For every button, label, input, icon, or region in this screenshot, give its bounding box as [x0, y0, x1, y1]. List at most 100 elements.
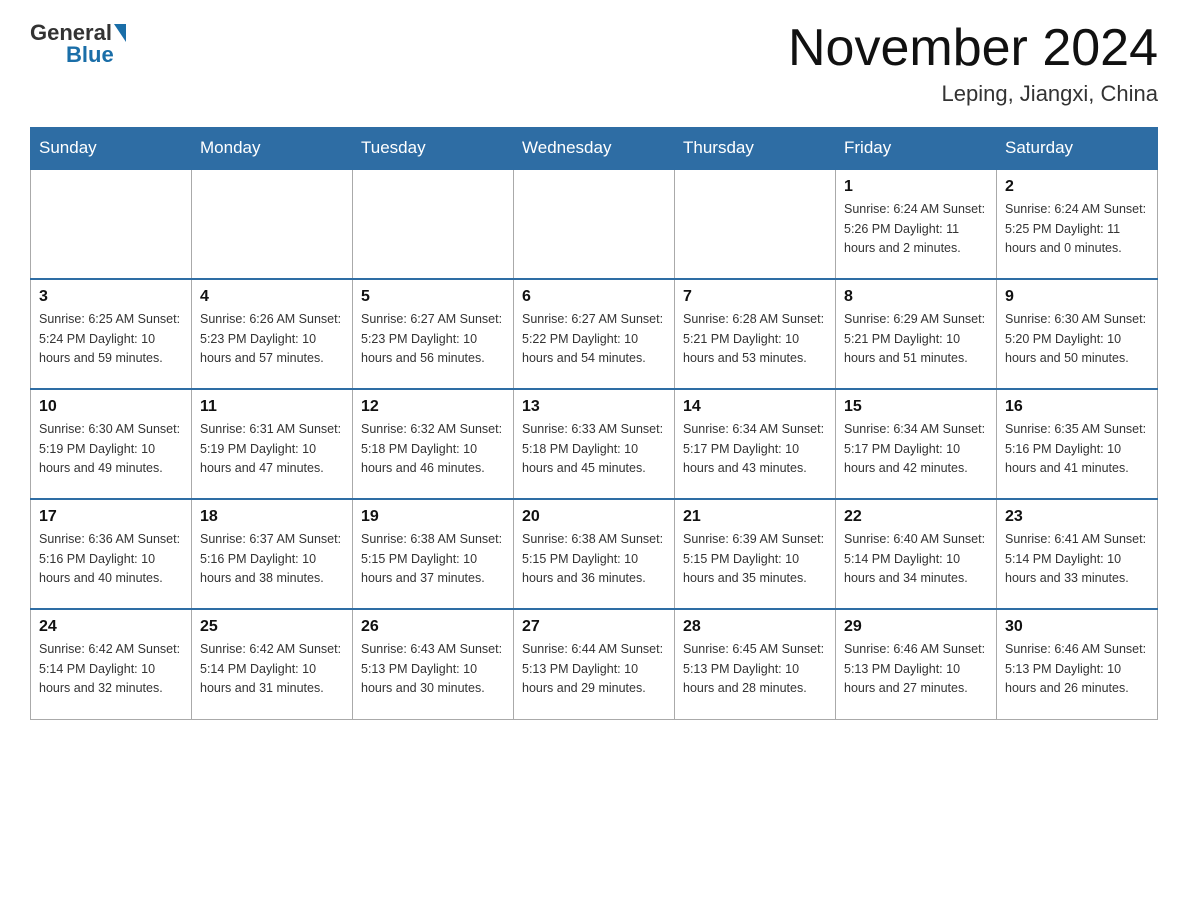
- day-number: 17: [39, 508, 183, 526]
- day-number: 30: [1005, 618, 1149, 636]
- calendar-cell: 13 Sunrise: 6:33 AM Sunset: 5:18 PM Dayli…: [514, 389, 675, 499]
- calendar-cell: 1 Sunrise: 6:24 AM Sunset: 5:26 PM Daylig…: [836, 169, 997, 279]
- day-number: 7: [683, 288, 827, 306]
- month-title: November 2024: [788, 20, 1158, 77]
- day-number: 5: [361, 288, 505, 306]
- day-info: Sunrise: 6:32 AM Sunset: 5:18 PM Dayligh…: [361, 420, 505, 478]
- day-number: 16: [1005, 398, 1149, 416]
- day-info: Sunrise: 6:34 AM Sunset: 5:17 PM Dayligh…: [683, 420, 827, 478]
- calendar-cell: 5 Sunrise: 6:27 AM Sunset: 5:23 PM Daylig…: [353, 279, 514, 389]
- calendar-cell: 10Sunrise: 6:30 AM Sunset: 5:19 PM Dayli…: [31, 389, 192, 499]
- day-number: 26: [361, 618, 505, 636]
- week-row-1: 1 Sunrise: 6:24 AM Sunset: 5:26 PM Daylig…: [31, 169, 1158, 279]
- week-row-4: 17Sunrise: 6:36 AM Sunset: 5:16 PM Dayli…: [31, 499, 1158, 609]
- page-header: General Blue November 2024 Leping, Jiang…: [30, 20, 1158, 107]
- day-info: Sunrise: 6:38 AM Sunset: 5:15 PM Dayligh…: [361, 530, 505, 588]
- calendar-cell: 6 Sunrise: 6:27 AM Sunset: 5:22 PM Daylig…: [514, 279, 675, 389]
- calendar-cell: 4 Sunrise: 6:26 AM Sunset: 5:23 PM Daylig…: [192, 279, 353, 389]
- day-info: Sunrise: 6:26 AM Sunset: 5:23 PM Dayligh…: [200, 310, 344, 368]
- day-info: Sunrise: 6:46 AM Sunset: 5:13 PM Dayligh…: [1005, 640, 1149, 698]
- day-number: 4: [200, 288, 344, 306]
- calendar-cell: 26 Sunrise: 6:43 AM Sunset: 5:13 PM Dayli…: [353, 609, 514, 719]
- calendar-cell: 14 Sunrise: 6:34 AM Sunset: 5:17 PM Dayli…: [675, 389, 836, 499]
- calendar-cell: 27Sunrise: 6:44 AM Sunset: 5:13 PM Dayli…: [514, 609, 675, 719]
- calendar-cell: 15 Sunrise: 6:34 AM Sunset: 5:17 PM Dayli…: [836, 389, 997, 499]
- day-info: Sunrise: 6:37 AM Sunset: 5:16 PM Dayligh…: [200, 530, 344, 588]
- header-row: SundayMondayTuesdayWednesdayThursdayFrid…: [31, 128, 1158, 170]
- day-info: Sunrise: 6:35 AM Sunset: 5:16 PM Dayligh…: [1005, 420, 1149, 478]
- day-number: 20: [522, 508, 666, 526]
- day-info: Sunrise: 6:30 AM Sunset: 5:20 PM Dayligh…: [1005, 310, 1149, 368]
- day-info: Sunrise: 6:40 AM Sunset: 5:14 PM Dayligh…: [844, 530, 988, 588]
- logo-blue-text: Blue: [66, 42, 114, 68]
- calendar-cell: [514, 169, 675, 279]
- title-section: November 2024 Leping, Jiangxi, China: [788, 20, 1158, 107]
- day-number: 14: [683, 398, 827, 416]
- day-info: Sunrise: 6:34 AM Sunset: 5:17 PM Dayligh…: [844, 420, 988, 478]
- day-info: Sunrise: 6:39 AM Sunset: 5:15 PM Dayligh…: [683, 530, 827, 588]
- week-row-3: 10Sunrise: 6:30 AM Sunset: 5:19 PM Dayli…: [31, 389, 1158, 499]
- day-number: 13: [522, 398, 666, 416]
- calendar-cell: 7 Sunrise: 6:28 AM Sunset: 5:21 PM Daylig…: [675, 279, 836, 389]
- calendar-cell: 11 Sunrise: 6:31 AM Sunset: 5:19 PM Dayli…: [192, 389, 353, 499]
- day-number: 6: [522, 288, 666, 306]
- calendar-cell: 20 Sunrise: 6:38 AM Sunset: 5:15 PM Dayli…: [514, 499, 675, 609]
- calendar-cell: [192, 169, 353, 279]
- calendar-cell: [353, 169, 514, 279]
- day-number: 3: [39, 288, 183, 306]
- day-number: 10: [39, 398, 183, 416]
- day-number: 21: [683, 508, 827, 526]
- day-info: Sunrise: 6:24 AM Sunset: 5:26 PM Dayligh…: [844, 200, 988, 258]
- day-number: 11: [200, 398, 344, 416]
- day-info: Sunrise: 6:43 AM Sunset: 5:13 PM Dayligh…: [361, 640, 505, 698]
- day-number: 22: [844, 508, 988, 526]
- logo-triangle-icon: [114, 24, 126, 42]
- day-number: 2: [1005, 178, 1149, 196]
- calendar-table: SundayMondayTuesdayWednesdayThursdayFrid…: [30, 127, 1158, 720]
- day-number: 23: [1005, 508, 1149, 526]
- calendar-cell: [31, 169, 192, 279]
- day-info: Sunrise: 6:28 AM Sunset: 5:21 PM Dayligh…: [683, 310, 827, 368]
- day-info: Sunrise: 6:27 AM Sunset: 5:23 PM Dayligh…: [361, 310, 505, 368]
- calendar-cell: 8 Sunrise: 6:29 AM Sunset: 5:21 PM Daylig…: [836, 279, 997, 389]
- day-number: 24: [39, 618, 183, 636]
- header-day-monday: Monday: [192, 128, 353, 170]
- day-number: 18: [200, 508, 344, 526]
- day-info: Sunrise: 6:46 AM Sunset: 5:13 PM Dayligh…: [844, 640, 988, 698]
- day-info: Sunrise: 6:33 AM Sunset: 5:18 PM Dayligh…: [522, 420, 666, 478]
- calendar-cell: 29 Sunrise: 6:46 AM Sunset: 5:13 PM Dayli…: [836, 609, 997, 719]
- header-day-sunday: Sunday: [31, 128, 192, 170]
- calendar-cell: [675, 169, 836, 279]
- day-info: Sunrise: 6:29 AM Sunset: 5:21 PM Dayligh…: [844, 310, 988, 368]
- day-number: 27: [522, 618, 666, 636]
- day-number: 15: [844, 398, 988, 416]
- calendar-cell: 19Sunrise: 6:38 AM Sunset: 5:15 PM Dayli…: [353, 499, 514, 609]
- day-number: 9: [1005, 288, 1149, 306]
- calendar-cell: 16 Sunrise: 6:35 AM Sunset: 5:16 PM Dayli…: [997, 389, 1158, 499]
- calendar-cell: 21 Sunrise: 6:39 AM Sunset: 5:15 PM Dayli…: [675, 499, 836, 609]
- calendar-cell: 9 Sunrise: 6:30 AM Sunset: 5:20 PM Daylig…: [997, 279, 1158, 389]
- day-info: Sunrise: 6:31 AM Sunset: 5:19 PM Dayligh…: [200, 420, 344, 478]
- day-number: 1: [844, 178, 988, 196]
- day-number: 28: [683, 618, 827, 636]
- calendar-cell: 30 Sunrise: 6:46 AM Sunset: 5:13 PM Dayli…: [997, 609, 1158, 719]
- day-number: 12: [361, 398, 505, 416]
- day-number: 8: [844, 288, 988, 306]
- day-info: Sunrise: 6:42 AM Sunset: 5:14 PM Dayligh…: [39, 640, 183, 698]
- day-info: Sunrise: 6:25 AM Sunset: 5:24 PM Dayligh…: [39, 310, 183, 368]
- calendar-cell: 2Sunrise: 6:24 AM Sunset: 5:25 PM Daylig…: [997, 169, 1158, 279]
- logo: General Blue: [30, 20, 128, 68]
- calendar-body: 1 Sunrise: 6:24 AM Sunset: 5:26 PM Daylig…: [31, 169, 1158, 719]
- day-info: Sunrise: 6:42 AM Sunset: 5:14 PM Dayligh…: [200, 640, 344, 698]
- day-number: 29: [844, 618, 988, 636]
- week-row-5: 24 Sunrise: 6:42 AM Sunset: 5:14 PM Dayli…: [31, 609, 1158, 719]
- calendar-cell: 12 Sunrise: 6:32 AM Sunset: 5:18 PM Dayli…: [353, 389, 514, 499]
- header-day-saturday: Saturday: [997, 128, 1158, 170]
- day-info: Sunrise: 6:38 AM Sunset: 5:15 PM Dayligh…: [522, 530, 666, 588]
- day-info: Sunrise: 6:27 AM Sunset: 5:22 PM Dayligh…: [522, 310, 666, 368]
- calendar-cell: 3 Sunrise: 6:25 AM Sunset: 5:24 PM Daylig…: [31, 279, 192, 389]
- day-info: Sunrise: 6:41 AM Sunset: 5:14 PM Dayligh…: [1005, 530, 1149, 588]
- calendar-cell: 17Sunrise: 6:36 AM Sunset: 5:16 PM Dayli…: [31, 499, 192, 609]
- header-day-tuesday: Tuesday: [353, 128, 514, 170]
- header-day-thursday: Thursday: [675, 128, 836, 170]
